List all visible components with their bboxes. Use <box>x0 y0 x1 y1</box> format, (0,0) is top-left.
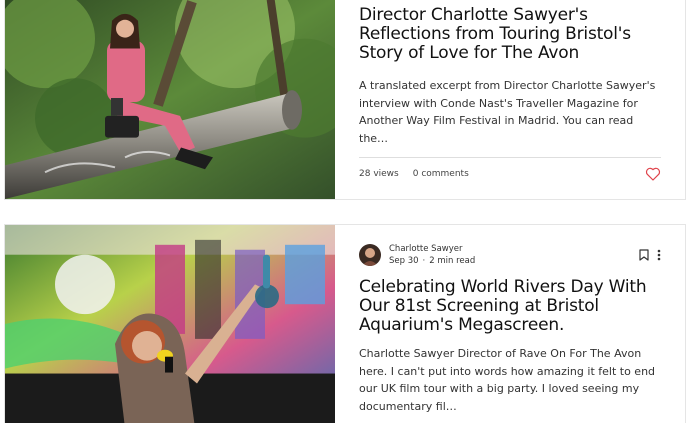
post-cover-image[interactable] <box>5 225 335 423</box>
post-cover-image[interactable] <box>5 0 335 199</box>
post-date: Sep 30 <box>389 256 419 266</box>
post-stats: 28 views 0 comments <box>359 169 469 179</box>
author-name[interactable]: Charlotte Sawyer <box>389 243 475 255</box>
post-date-info: Sep 30 · 2 min read <box>389 255 475 267</box>
post-excerpt[interactable]: Charlotte Sawyer Director of Rave On For… <box>359 345 661 415</box>
post-actions <box>639 249 661 261</box>
author-info: Charlotte Sawyer Sep 30 · 2 min read <box>389 243 475 267</box>
divider <box>359 157 661 158</box>
post-title[interactable]: Celebrating World Rivers Day With Our 81… <box>359 278 661 335</box>
avatar[interactable] <box>359 244 381 266</box>
more-vertical-icon[interactable] <box>657 249 661 261</box>
views-count: 28 views <box>359 169 399 179</box>
post-meta: Charlotte Sawyer Sep 30 · 2 min read <box>359 242 661 268</box>
megascreen-party-photo <box>5 225 335 423</box>
blog-post-card[interactable]: Charlotte Sawyer Sep 30 · 2 min read Cel… <box>4 224 686 423</box>
read-time: 2 min read <box>429 256 476 266</box>
post-title[interactable]: Director Charlotte Sawyer's Reflections … <box>359 6 661 63</box>
post-content: Director Charlotte Sawyer's Reflections … <box>359 0 661 147</box>
post-excerpt[interactable]: A translated excerpt from Director Charl… <box>359 77 661 147</box>
blog-post-card[interactable]: Director Charlotte Sawyer's Reflections … <box>4 0 686 200</box>
comments-count[interactable]: 0 comments <box>413 169 469 179</box>
post-content: Charlotte Sawyer Sep 30 · 2 min read Cel… <box>359 225 661 415</box>
separator: · <box>422 256 426 266</box>
bookmark-icon[interactable] <box>639 249 649 261</box>
forest-pipe-photo <box>5 0 335 199</box>
heart-icon[interactable] <box>645 166 661 182</box>
